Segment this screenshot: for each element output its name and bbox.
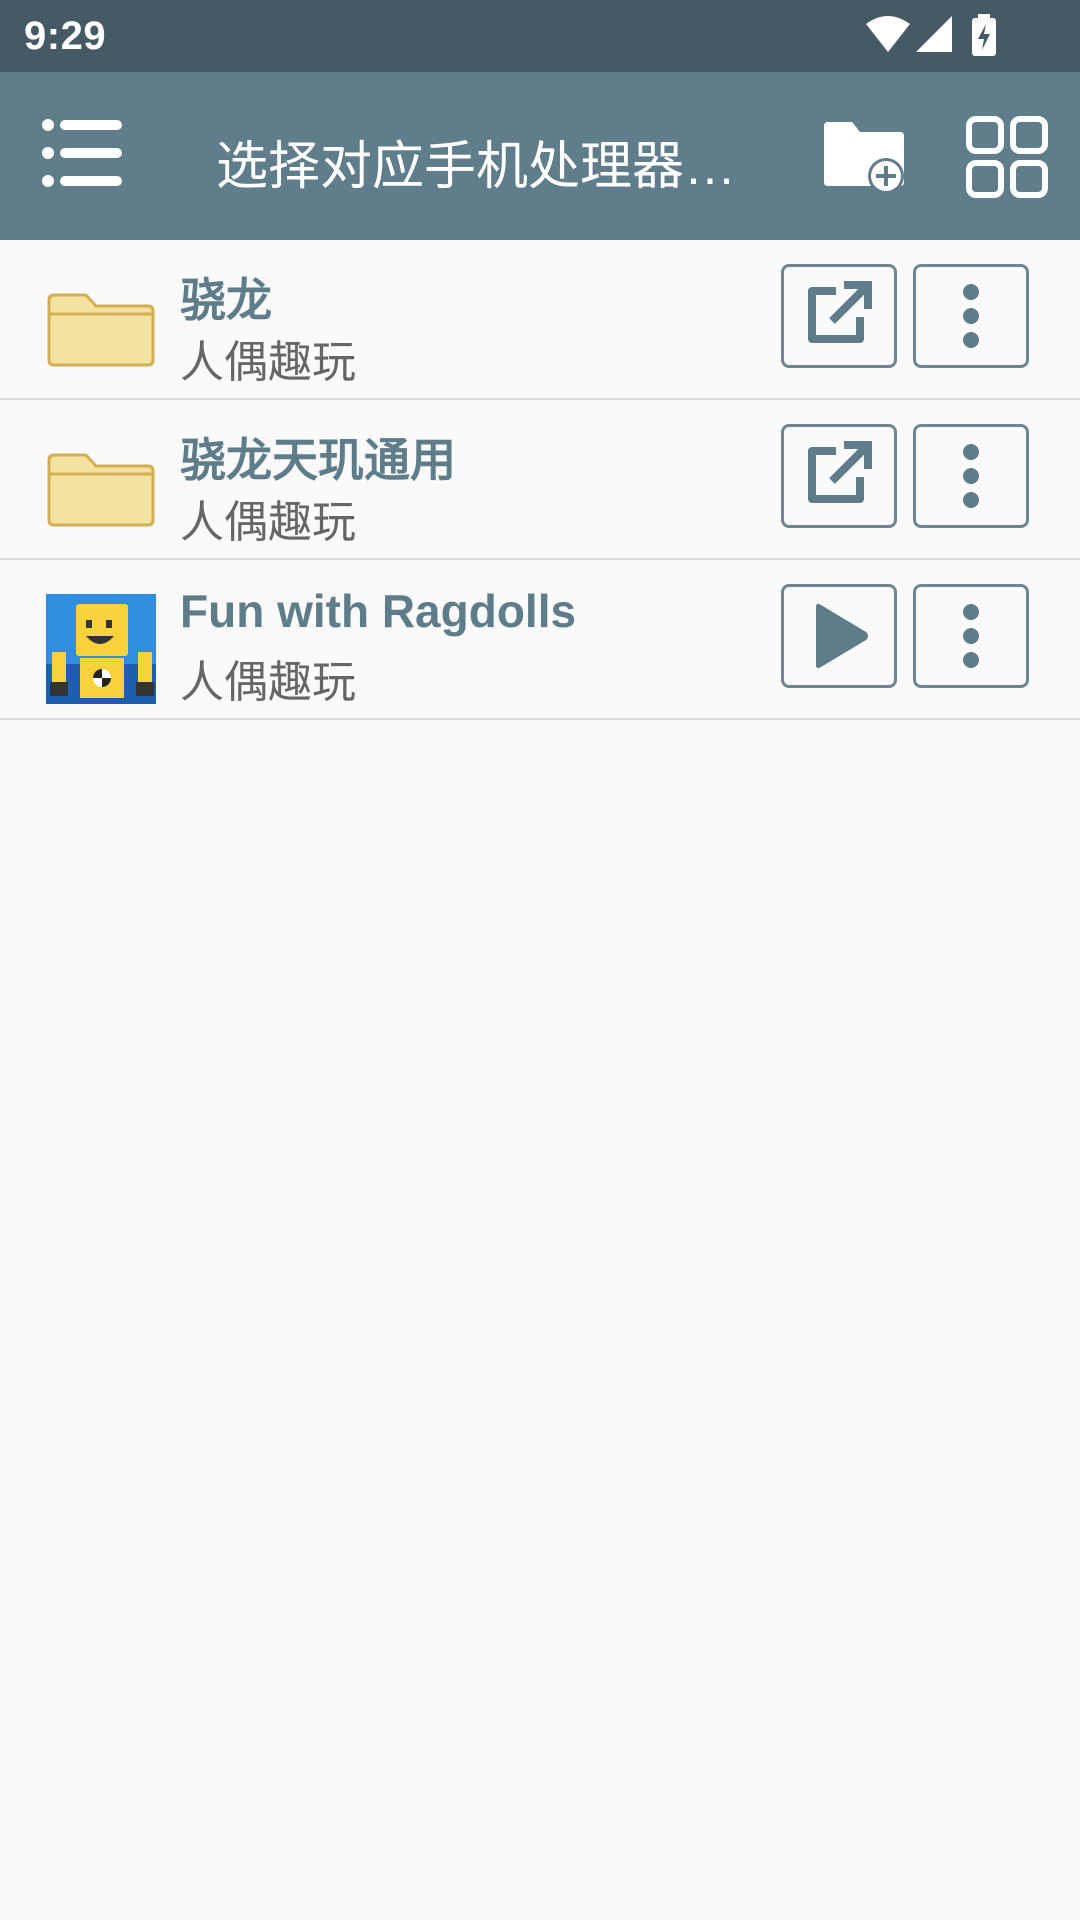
menu-icon[interactable] <box>42 118 124 188</box>
item-subtitle: 人偶趣玩 <box>180 498 356 547</box>
page-title: 选择对应手机处理器… <box>216 138 737 196</box>
list-item[interactable]: 骁龙天玑通用 人偶趣玩 <box>0 400 1080 560</box>
list-item[interactable]: 骁龙 人偶趣玩 <box>0 240 1080 400</box>
open-external-button[interactable] <box>781 264 897 368</box>
item-name: 骁龙天玑通用 <box>180 434 456 486</box>
open-external-icon <box>808 281 872 343</box>
app-bar: 选择对应手机处理器… <box>0 72 1080 240</box>
new-folder-icon[interactable] <box>822 120 908 196</box>
grid-view-icon[interactable] <box>966 116 1048 198</box>
more-options-button[interactable] <box>913 264 1029 368</box>
more-options-button[interactable] <box>913 424 1029 528</box>
cellular-signal-icon <box>916 16 952 52</box>
open-external-icon <box>808 441 872 503</box>
more-options-button[interactable] <box>913 584 1029 688</box>
item-subtitle: 人偶趣玩 <box>180 658 356 707</box>
more-vertical-icon <box>963 284 979 348</box>
item-name: 骁龙 <box>180 274 272 326</box>
open-external-button[interactable] <box>781 424 897 528</box>
file-list: 骁龙 人偶趣玩 骁龙天玑通用 人偶趣玩 Fun with Ragdolls 人偶… <box>0 240 1080 720</box>
folder-icon <box>47 453 155 527</box>
item-name: Fun with Ragdolls <box>180 585 577 637</box>
more-vertical-icon <box>963 444 979 508</box>
game-thumbnail <box>46 594 156 704</box>
battery-charging-icon <box>972 14 996 56</box>
folder-icon <box>47 293 155 367</box>
wifi-icon <box>866 16 910 52</box>
play-button[interactable] <box>781 584 897 688</box>
play-icon <box>816 603 868 669</box>
list-item[interactable]: Fun with Ragdolls 人偶趣玩 <box>0 560 1080 720</box>
item-subtitle: 人偶趣玩 <box>180 338 356 387</box>
status-bar: 9:29 <box>0 0 1080 72</box>
status-time: 9:29 <box>24 14 107 58</box>
more-vertical-icon <box>963 604 979 668</box>
